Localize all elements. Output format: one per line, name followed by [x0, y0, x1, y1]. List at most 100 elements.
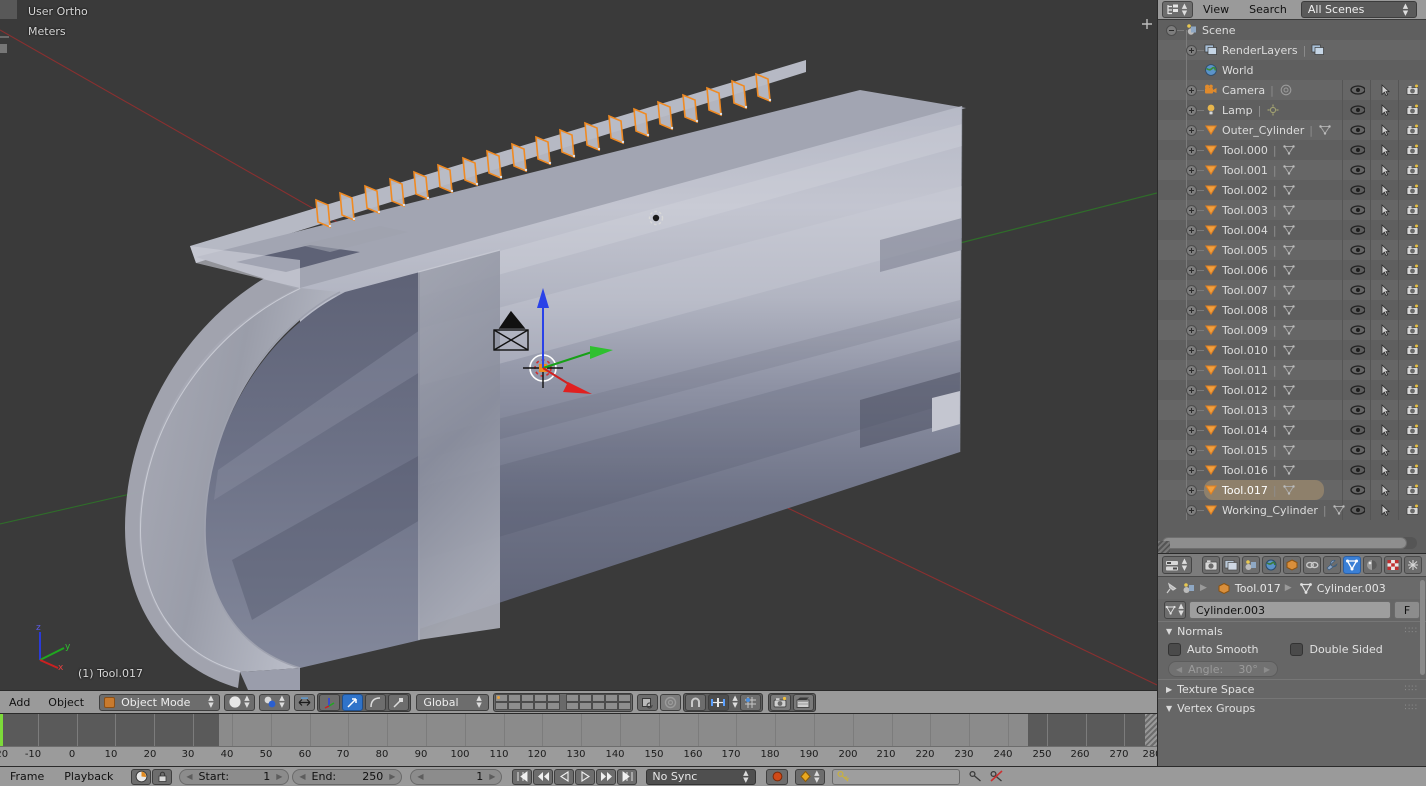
outliner-menu-view[interactable]: View	[1193, 3, 1239, 16]
restrict-select-toggle[interactable]	[1370, 80, 1398, 100]
translate-manipulator-button[interactable]	[342, 693, 364, 711]
restrict-view-toggle[interactable]	[1342, 200, 1370, 220]
outliner-row-tool-011[interactable]: Tool.011 |	[1158, 360, 1426, 380]
expand-plus-icon[interactable]	[1186, 244, 1197, 256]
outliner-row-tool-017[interactable]: Tool.017 |	[1158, 480, 1426, 500]
mesh-data-icon[interactable]	[1282, 163, 1296, 177]
tab-world[interactable]	[1262, 556, 1281, 574]
fake-user-button[interactable]: F	[1394, 601, 1420, 619]
mesh-data-icon[interactable]	[1282, 283, 1296, 297]
restrict-view-toggle[interactable]	[1342, 440, 1370, 460]
expand-plus-icon[interactable]	[1186, 444, 1197, 456]
restrict-render-toggle[interactable]	[1398, 340, 1426, 360]
outliner-editor[interactable]: ▲ ▼ View Search All Scenes ▲ ▼ Scene Render…	[1157, 0, 1426, 553]
panel-header-vertex-groups[interactable]: ▼ Vertex Groups ∷∷	[1158, 698, 1426, 717]
tab-scene[interactable]	[1242, 556, 1261, 574]
mesh-data-icon[interactable]	[1282, 203, 1296, 217]
transform-orientation-dropdown[interactable]: Global ▲ ▼	[416, 693, 489, 711]
layer-cell[interactable]	[604, 694, 618, 702]
outliner-row-label[interactable]: Tool.001	[1222, 164, 1268, 177]
tab-material[interactable]	[1363, 556, 1382, 574]
outliner-row-label[interactable]: Tool.012	[1222, 384, 1268, 397]
restrict-view-toggle[interactable]	[1342, 300, 1370, 320]
pivot-dropdown[interactable]: ▲ ▼	[259, 693, 291, 711]
expand-plus-icon[interactable]	[1186, 204, 1197, 216]
renderlayers-icon[interactable]	[1311, 43, 1325, 57]
mesh-data-icon[interactable]	[1282, 223, 1296, 237]
restrict-select-toggle[interactable]	[1370, 380, 1398, 400]
expand-plus-icon[interactable]	[1186, 504, 1197, 516]
restrict-view-toggle[interactable]	[1342, 120, 1370, 140]
collapse-minus-icon[interactable]	[1166, 24, 1177, 36]
restrict-select-toggle[interactable]	[1370, 280, 1398, 300]
layer-cell[interactable]	[546, 702, 560, 710]
outliner-row-scene[interactable]: Scene	[1158, 20, 1426, 40]
tab-constraints[interactable]	[1302, 556, 1321, 574]
layer-cell[interactable]	[591, 694, 605, 702]
outliner-row-label[interactable]: Scene	[1202, 24, 1236, 37]
mesh-data-icon[interactable]	[1332, 503, 1346, 517]
expand-plus-icon[interactable]	[1186, 124, 1197, 136]
lamp-data-icon[interactable]	[1266, 103, 1280, 117]
insert-keyframe-button[interactable]	[966, 768, 987, 785]
scene-data-icon[interactable]	[1182, 582, 1196, 595]
expand-plus-icon[interactable]	[1186, 144, 1197, 156]
restrict-view-toggle[interactable]	[1342, 100, 1370, 120]
mesh-data-icon[interactable]	[1282, 263, 1296, 277]
layer-cell[interactable]	[533, 694, 547, 702]
outliner-row-label[interactable]: Tool.005	[1222, 244, 1268, 257]
restrict-select-toggle[interactable]	[1370, 480, 1398, 500]
restrict-view-toggle[interactable]	[1342, 220, 1370, 240]
restrict-select-toggle[interactable]	[1370, 240, 1398, 260]
expand-plus-icon[interactable]	[1186, 224, 1197, 236]
expand-plus-icon[interactable]	[1186, 464, 1197, 476]
layer-cell[interactable]	[507, 694, 521, 702]
restrict-select-toggle[interactable]	[1370, 200, 1398, 220]
outliner-row-label[interactable]: Camera	[1222, 84, 1265, 97]
restrict-view-toggle[interactable]	[1342, 380, 1370, 400]
scale-manipulator-button[interactable]	[388, 693, 410, 711]
mesh-data-icon[interactable]	[1282, 343, 1296, 357]
chevron-updown-icon[interactable]: ▲ ▼	[731, 695, 740, 709]
mesh-data-icon[interactable]	[1282, 323, 1296, 337]
restrict-render-toggle[interactable]	[1398, 440, 1426, 460]
mesh-datablock-dropdown[interactable]: ▲ ▼	[1164, 601, 1186, 619]
restrict-view-toggle[interactable]	[1342, 280, 1370, 300]
3d-viewport[interactable]: User Ortho Meters (1) Tool.017 z y x	[0, 0, 1157, 690]
restrict-render-toggle[interactable]	[1398, 300, 1426, 320]
breadcrumb-object-name[interactable]: Tool.017	[1235, 582, 1281, 595]
outliner-row-tool-003[interactable]: Tool.003 |	[1158, 200, 1426, 220]
chevron-left-icon[interactable]: ◀	[299, 772, 305, 781]
outliner-row-label[interactable]: Tool.003	[1222, 204, 1268, 217]
layer-cell[interactable]	[578, 694, 592, 702]
outliner-row-tool-013[interactable]: Tool.013 |	[1158, 400, 1426, 420]
snap-target-button[interactable]	[707, 693, 729, 711]
mesh-data-icon[interactable]	[1282, 303, 1296, 317]
restrict-select-toggle[interactable]	[1370, 120, 1398, 140]
tab-render-layers[interactable]	[1221, 556, 1241, 574]
delete-keyframe-button[interactable]	[987, 768, 1008, 785]
chevron-right-icon[interactable]: ▶	[389, 772, 395, 781]
outliner-row-label[interactable]: Tool.010	[1222, 344, 1268, 357]
manipulator-toggle-button[interactable]	[294, 693, 316, 711]
outliner-row-tool-015[interactable]: Tool.015 |	[1158, 440, 1426, 460]
scene-layers-widget[interactable]	[492, 692, 633, 712]
restrict-select-toggle[interactable]	[1370, 140, 1398, 160]
restrict-select-toggle[interactable]	[1370, 260, 1398, 280]
jump-to-end-button[interactable]	[617, 768, 638, 785]
restrict-select-toggle[interactable]	[1370, 460, 1398, 480]
timeline-track[interactable]	[0, 714, 1157, 746]
restrict-select-toggle[interactable]	[1370, 100, 1398, 120]
properties-editor[interactable]: ▲ ▼ ▶ Tool.017 ▶ Cylinder.003 ▲ ▼ Cylind…	[1157, 553, 1426, 766]
previous-keyframe-button[interactable]	[533, 768, 554, 785]
restrict-render-toggle[interactable]	[1398, 320, 1426, 340]
restrict-render-toggle[interactable]	[1398, 200, 1426, 220]
outliner-row-label[interactable]: Tool.015	[1222, 444, 1268, 457]
restrict-render-toggle[interactable]	[1398, 500, 1426, 520]
outliner-row-tool-006[interactable]: Tool.006 |	[1158, 260, 1426, 280]
restrict-render-toggle[interactable]	[1398, 140, 1426, 160]
breadcrumb-data-name[interactable]: Cylinder.003	[1317, 582, 1386, 595]
layer-cell[interactable]	[565, 702, 579, 710]
outliner-row-label[interactable]: Tool.017	[1222, 484, 1268, 497]
mesh-data-icon[interactable]	[1282, 183, 1296, 197]
